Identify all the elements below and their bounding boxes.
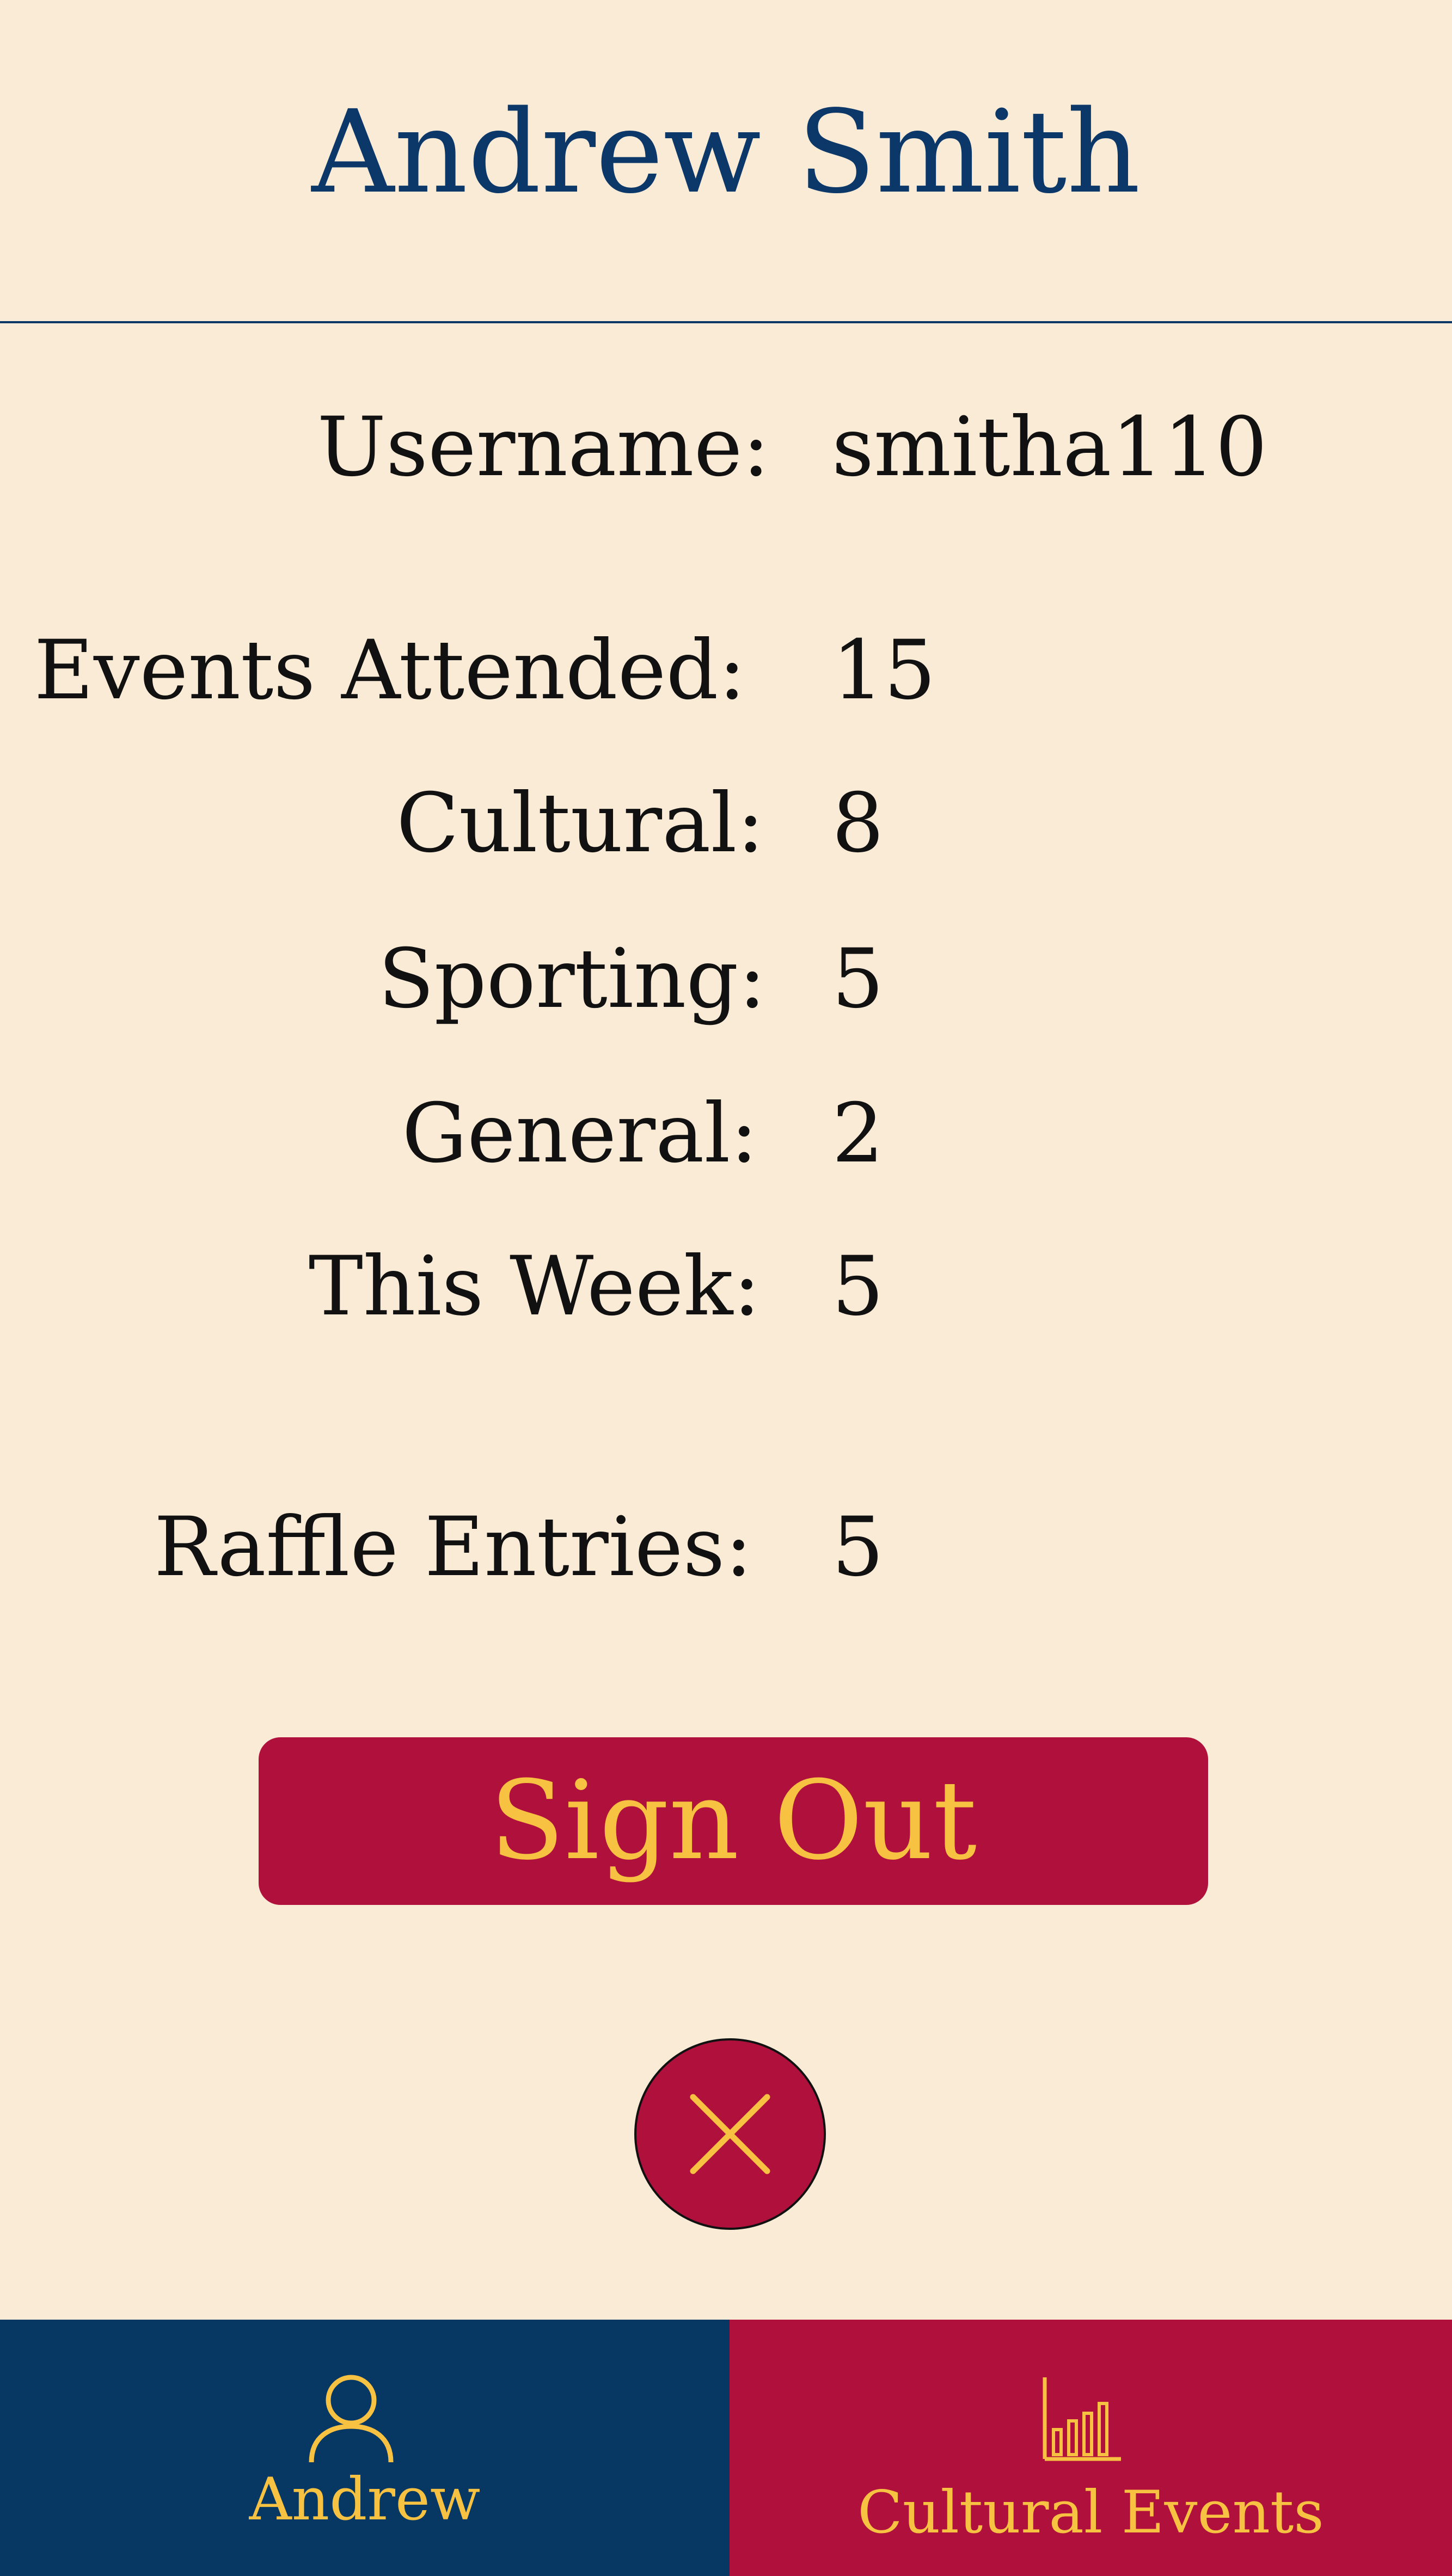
close-icon <box>690 2094 770 2174</box>
raffle-entries-label: Raffle Entries: <box>154 1500 752 1595</box>
bar-chart-icon <box>1043 2377 1121 2461</box>
close-button[interactable] <box>634 2038 826 2230</box>
page-title: Andrew Smith <box>311 85 1141 219</box>
raffle-entries-row: Raffle Entries: 5 <box>0 1496 1452 1599</box>
sign-out-button[interactable]: Sign Out <box>259 1737 1208 1905</box>
bottom-tab-bar: Andrew Cultural Events <box>0 2320 1452 2576</box>
user-icon <box>309 2375 394 2463</box>
username-value: smitha110 <box>832 400 1267 495</box>
this-week-value: 5 <box>832 1239 884 1334</box>
username-row: Username: smitha110 <box>0 396 1452 499</box>
sporting-row: Sporting: 5 <box>0 927 1452 1031</box>
cultural-label: Cultural: <box>396 776 764 871</box>
tab-andrew[interactable]: Andrew <box>0 2320 730 2576</box>
general-label: General: <box>402 1086 758 1181</box>
tab-cultural-events[interactable]: Cultural Events <box>730 2320 1452 2576</box>
tab-andrew-label: Andrew <box>249 2466 481 2534</box>
sporting-value: 5 <box>832 932 884 1026</box>
cultural-row: Cultural: 8 <box>0 772 1452 875</box>
username-label: Username: <box>317 400 770 495</box>
general-row: General: 2 <box>0 1082 1452 1185</box>
profile-header: Andrew Smith <box>0 0 1452 323</box>
events-attended-label: Events Attended: <box>34 623 746 718</box>
this-week-row: This Week: 5 <box>0 1235 1452 1338</box>
this-week-label: This Week: <box>308 1239 761 1334</box>
general-value: 2 <box>832 1086 884 1181</box>
raffle-entries-value: 5 <box>832 1500 884 1595</box>
events-attended-row: Events Attended: 15 <box>0 619 1452 722</box>
events-attended-value: 15 <box>832 623 936 718</box>
sporting-label: Sporting: <box>378 932 766 1026</box>
cultural-value: 8 <box>832 776 884 871</box>
tab-cultural-events-label: Cultural Events <box>857 2479 1324 2547</box>
